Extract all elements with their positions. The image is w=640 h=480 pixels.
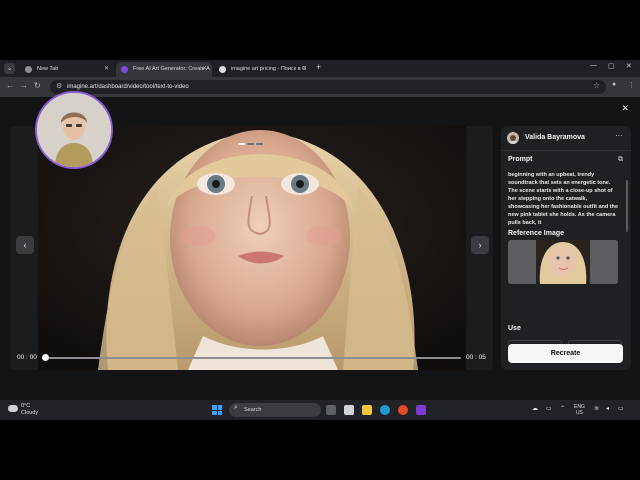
duration: 00 : 05	[466, 354, 486, 361]
carousel-dot[interactable]	[238, 143, 245, 145]
close-icon[interactable]: ✕	[621, 103, 629, 114]
chevron-right-icon[interactable]: ›	[471, 236, 489, 254]
carousel-dot[interactable]	[247, 143, 254, 145]
reference-thumbnail	[508, 240, 618, 284]
browser-tab-strip: ⌄ New Tab ✕ Free AI Art Generator: Creat…	[0, 60, 640, 77]
desktop-screen: ⌄ New Tab ✕ Free AI Art Generator: Creat…	[0, 60, 640, 420]
lang-bottom: US	[575, 410, 583, 416]
maximize-icon[interactable]: ▢	[608, 62, 615, 70]
wifi-icon[interactable]: ≋	[594, 405, 599, 412]
avatar[interactable]	[507, 132, 519, 144]
chrome-icon[interactable]	[398, 405, 408, 415]
close-tab-icon[interactable]: ✕	[104, 62, 109, 77]
tab-label: Free AI Art Generator: Create A	[133, 66, 210, 72]
recreate-button[interactable]: Recreate	[508, 344, 623, 363]
video-frame[interactable]	[38, 126, 466, 370]
search-label: Search	[244, 407, 262, 413]
tab-label: New Tab	[37, 66, 59, 72]
tab-label: imagine art pricing - Поиск в G	[231, 66, 307, 72]
volume-icon[interactable]: ◂	[606, 405, 609, 412]
mic-tray-icon[interactable]: ▭	[546, 405, 552, 412]
window-close-icon[interactable]: ✕	[626, 62, 632, 70]
battery-icon[interactable]: ▭	[618, 405, 624, 412]
use-title: Use	[508, 325, 521, 332]
temperature: 0°C	[21, 403, 31, 409]
screen-frame: ⌄ New Tab ✕ Free AI Art Generator: Creat…	[0, 0, 640, 480]
search-favicon-icon	[219, 66, 226, 73]
webcam-person-image	[37, 93, 111, 167]
video-still-image	[38, 126, 466, 370]
tab-imagine-art[interactable]: Free AI Art Generator: Create A ✕	[116, 62, 212, 77]
cloud-icon	[8, 405, 18, 412]
edge-icon[interactable]	[380, 405, 390, 415]
progress-track[interactable]	[45, 357, 461, 359]
tab-search-menu-icon[interactable]: ⌄	[4, 63, 15, 74]
webcam-overlay	[35, 91, 113, 169]
reference-image[interactable]	[508, 240, 618, 284]
task-view-icon[interactable]	[326, 405, 336, 415]
progress-thumb[interactable]	[42, 354, 49, 361]
new-tab-favicon-icon	[25, 66, 32, 73]
language-indicator[interactable]: ENG US	[574, 404, 585, 416]
more-icon[interactable]: ···	[615, 131, 623, 140]
close-tab-icon[interactable]: ✕	[202, 62, 207, 77]
prompt-text: beginning with an upbeat, trendy soundtr…	[508, 172, 619, 226]
minimize-icon[interactable]: —	[590, 62, 597, 69]
imagine-favicon-icon	[121, 66, 128, 73]
carousel-dot[interactable]	[256, 143, 263, 145]
current-time: 00 : 00	[17, 354, 37, 361]
tab-new-tab[interactable]: New Tab ✕	[20, 62, 114, 77]
copy-icon[interactable]: ⧉	[618, 156, 623, 164]
windows-taskbar: 0°C Cloudy ⌕ Search ☁ ▭ ⌃ ENG US ≋ ◂ ▭	[0, 400, 640, 420]
cloud-tray-icon[interactable]: ☁	[532, 405, 538, 412]
star-icon[interactable]: ☆	[593, 81, 600, 90]
browser-toolbar: ← → ↻ ⚙ imagine.art/dashboard/video/tool…	[0, 77, 640, 97]
scrollbar[interactable]	[626, 180, 628, 232]
windows-start-icon[interactable]	[212, 405, 222, 415]
reference-title: Reference Image	[508, 230, 565, 237]
back-icon[interactable]: ←	[6, 81, 14, 90]
carousel-dots	[238, 132, 265, 150]
address-bar[interactable]: ⚙ imagine.art/dashboard/video/tool/text-…	[50, 80, 606, 94]
browser-menu-icon[interactable]: ⋮	[628, 81, 635, 89]
prompt-title: Prompt	[508, 156, 533, 163]
new-tab-plus-icon[interactable]: +	[316, 62, 321, 72]
weather-text: Cloudy	[21, 410, 39, 416]
forward-icon[interactable]: →	[20, 81, 28, 90]
close-tab-icon[interactable]: ✕	[302, 62, 307, 77]
search-icon: ⌕	[234, 404, 238, 411]
tray-chevron-icon[interactable]: ⌃	[560, 405, 565, 412]
avatar-image	[509, 135, 517, 144]
profile-icon[interactable]: ●	[612, 81, 616, 88]
app-icon[interactable]	[416, 405, 426, 415]
file-explorer-icon[interactable]	[362, 405, 372, 415]
store-icon[interactable]	[344, 405, 354, 415]
chevron-left-icon[interactable]: ‹	[16, 236, 34, 254]
taskbar-search[interactable]: ⌕ Search	[229, 403, 321, 417]
author-name[interactable]: Valida Bayramova	[525, 134, 585, 141]
reload-icon[interactable]: ↻	[34, 81, 41, 90]
tab-search-results[interactable]: imagine art pricing - Поиск в G ✕	[214, 62, 312, 77]
details-panel: Valida Bayramova ··· Prompt ⧉ beginning …	[501, 126, 631, 370]
site-info-icon[interactable]: ⚙	[56, 82, 62, 90]
divider	[501, 150, 631, 151]
